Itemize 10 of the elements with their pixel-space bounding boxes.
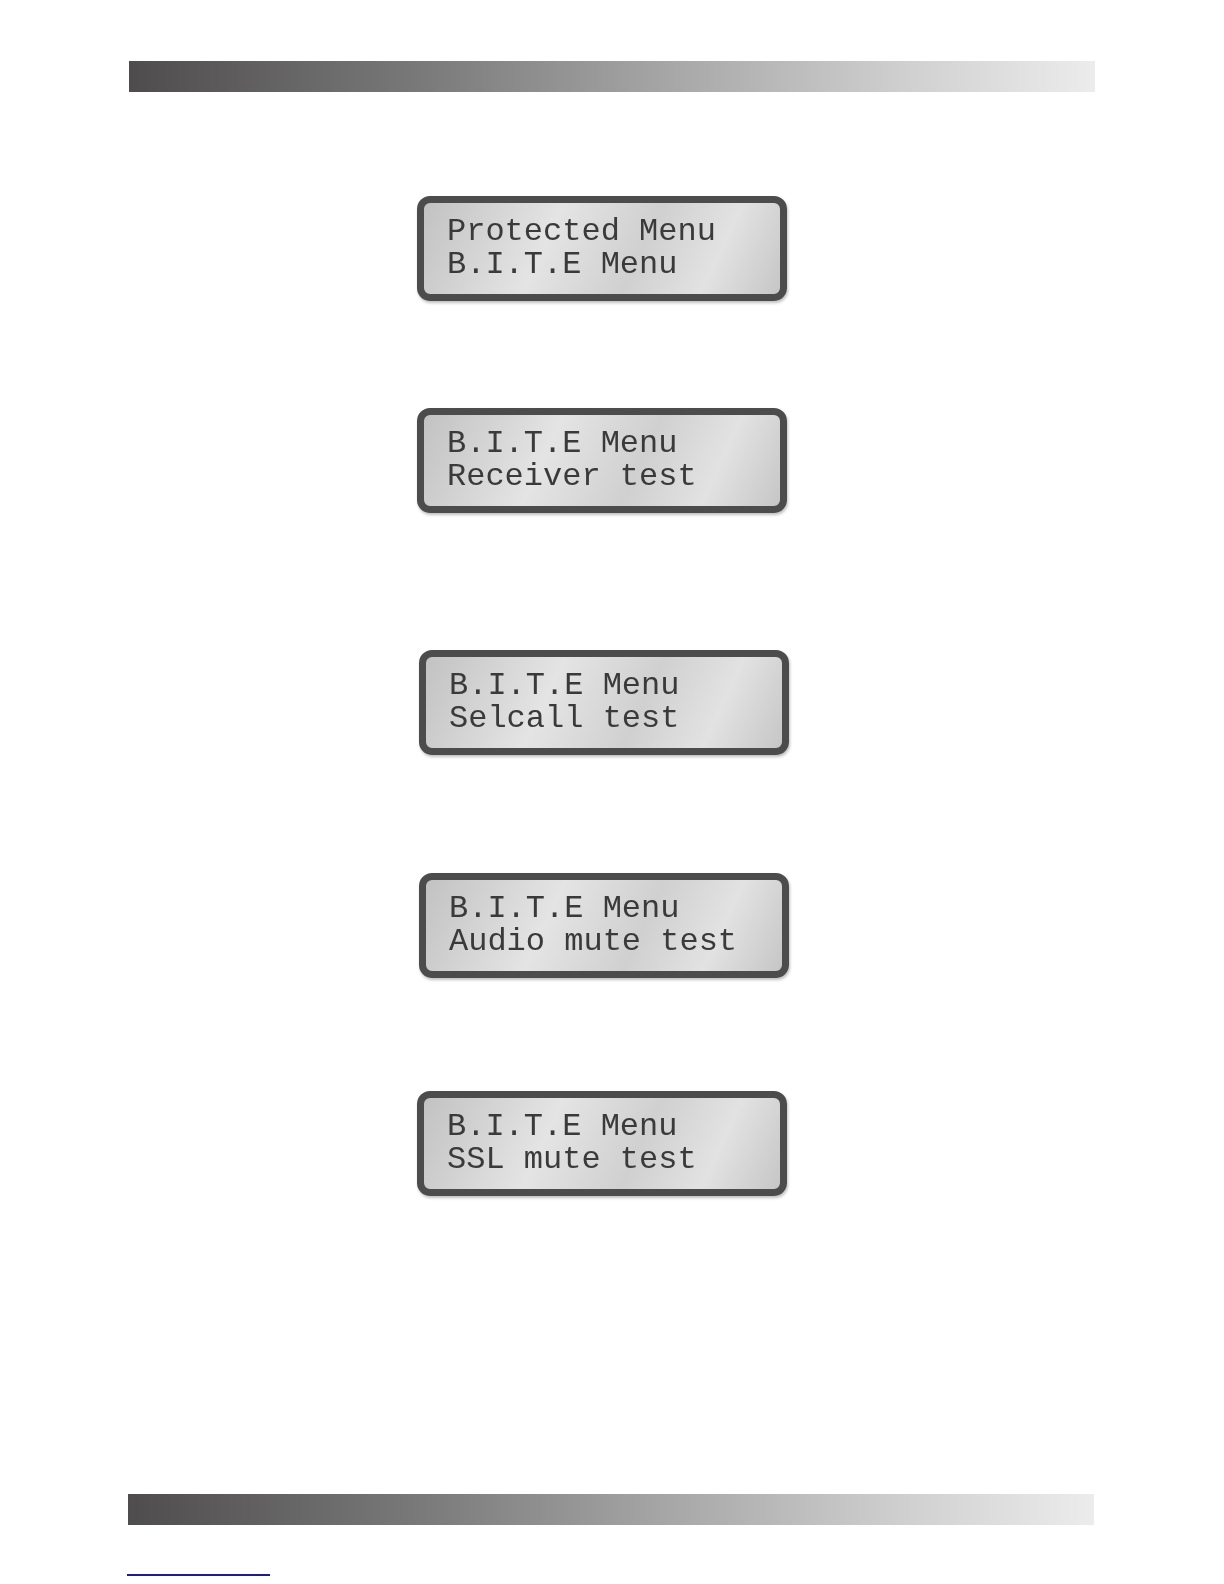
lcd-text: Audio mute test [449,925,738,958]
lcd-text: B.I.T.E Menu [449,669,680,702]
lcd-text: Selcall test [449,702,680,735]
lcd-text: B.I.T.E Menu [447,427,678,460]
lcd-text: Receiver test [447,460,697,493]
lcd-text: B.I.T.E Menu [449,892,680,925]
lcd-text: B.I.T.E Menu [447,1110,678,1143]
lcd-text: Protected Menu [447,215,716,248]
lcd-text: B.I.T.E Menu [447,248,678,281]
lcd-text: SSL mute test [447,1143,697,1176]
